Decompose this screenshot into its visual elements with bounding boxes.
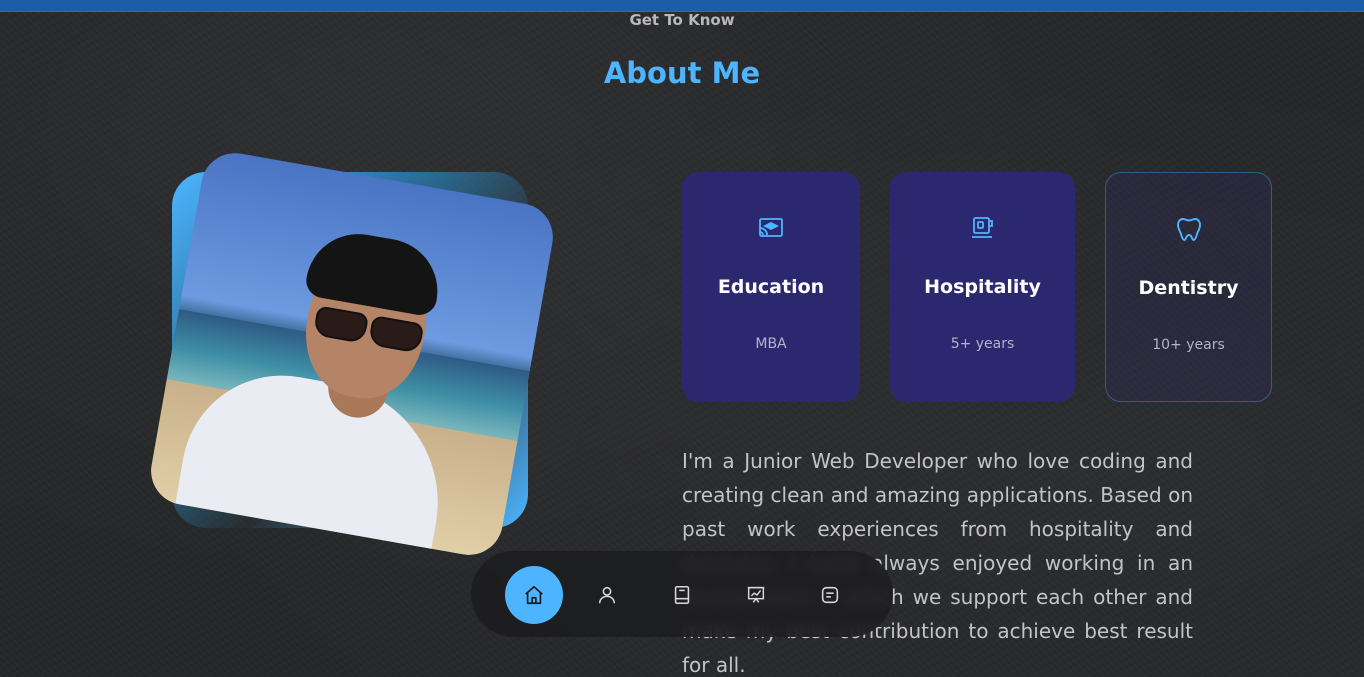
card-title: Dentistry bbox=[1138, 277, 1239, 299]
card-subtitle: 5+ years bbox=[950, 336, 1015, 352]
section-title: About Me bbox=[603, 56, 761, 90]
education-icon bbox=[757, 214, 785, 242]
home-icon bbox=[525, 585, 543, 605]
nav-home[interactable] bbox=[505, 566, 563, 624]
card-dentistry[interactable]: Dentistry 10+ years bbox=[1105, 172, 1272, 402]
nav-contact[interactable] bbox=[801, 566, 859, 624]
profile-photo-container bbox=[145, 147, 559, 561]
section-subtitle: Get To Know bbox=[629, 11, 735, 29]
book-icon bbox=[674, 585, 690, 605]
user-icon bbox=[598, 586, 616, 604]
nav-experience[interactable] bbox=[653, 566, 711, 624]
card-subtitle: MBA bbox=[755, 336, 787, 352]
tooth-icon bbox=[1175, 215, 1203, 243]
card-hospitality[interactable]: Hospitality 5+ years bbox=[890, 172, 1075, 402]
card-education[interactable]: Education MBA bbox=[682, 172, 860, 402]
hospitality-icon bbox=[969, 214, 997, 242]
card-subtitle: 10+ years bbox=[1152, 337, 1225, 353]
message-icon bbox=[821, 586, 839, 604]
card-title: Education bbox=[717, 276, 825, 298]
bottom-nav bbox=[471, 551, 893, 637]
profile-photo bbox=[145, 147, 559, 561]
nav-about[interactable] bbox=[578, 566, 636, 624]
nav-portfolio[interactable] bbox=[727, 566, 785, 624]
card-title: Hospitality bbox=[924, 276, 1041, 298]
presentation-icon bbox=[747, 586, 765, 603]
